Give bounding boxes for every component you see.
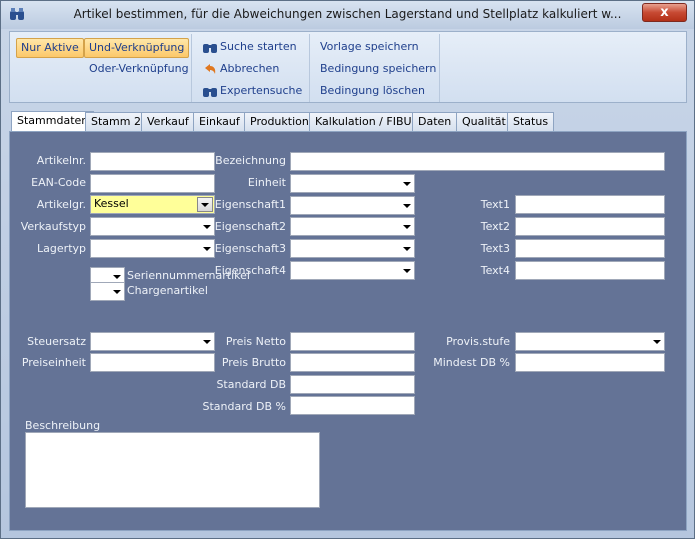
unit-label: Einheit bbox=[247, 176, 286, 189]
template-group: Vorlage speichern Bedingung speichern Be… bbox=[312, 34, 440, 102]
sales-type-select[interactable] bbox=[90, 217, 215, 236]
chevron-down-icon bbox=[403, 204, 411, 208]
description-field-label: Bezeichnung bbox=[215, 154, 286, 167]
standard-db-label: Standard DB bbox=[216, 378, 286, 391]
only-active-button[interactable]: Nur Aktive bbox=[16, 38, 84, 58]
stock-type-select[interactable] bbox=[90, 239, 215, 258]
tax-rate-select[interactable] bbox=[90, 332, 215, 351]
property2-label: Eigenschaft2 bbox=[214, 220, 286, 233]
tab-daten[interactable]: Daten bbox=[412, 112, 458, 131]
tab-einkauf[interactable]: Einkauf bbox=[193, 112, 246, 131]
text2-label: Text2 bbox=[480, 220, 510, 233]
chevron-down-icon bbox=[403, 247, 411, 251]
standard-db-pct-input[interactable] bbox=[290, 396, 415, 415]
standard-db-input[interactable] bbox=[290, 375, 415, 394]
stock-type-label: Lagertyp bbox=[37, 242, 86, 255]
standard-db-pct-label: Standard DB % bbox=[202, 400, 286, 413]
article-group-select[interactable]: Kessel bbox=[90, 195, 215, 214]
delete-condition-button[interactable]: Bedingung löschen bbox=[316, 82, 429, 102]
property4-select[interactable] bbox=[290, 261, 415, 280]
article-group-value: Kessel bbox=[94, 197, 129, 210]
tab-verkauf[interactable]: Verkauf bbox=[141, 112, 195, 131]
price-unit-input[interactable] bbox=[90, 353, 215, 372]
property3-select[interactable] bbox=[290, 239, 415, 258]
tax-rate-label: Steuersatz bbox=[27, 335, 86, 348]
undo-arrow-icon bbox=[205, 64, 216, 74]
property3-label: Eigenschaft3 bbox=[214, 242, 286, 255]
tab-produktion[interactable]: Produktion bbox=[244, 112, 315, 131]
tab-status[interactable]: Status bbox=[507, 112, 555, 131]
text1-label: Text1 bbox=[480, 198, 510, 211]
chevron-down-icon bbox=[653, 340, 661, 344]
start-search-label: Suche starten bbox=[220, 40, 297, 53]
property4-label: Eigenschaft4 bbox=[214, 264, 286, 277]
tab-stamm2[interactable]: Stamm 2 bbox=[85, 112, 147, 131]
property1-label: Eigenschaft1 bbox=[214, 198, 286, 211]
close-button[interactable]: x bbox=[642, 3, 687, 22]
tab-qualitaet[interactable]: Qualität bbox=[456, 112, 512, 131]
save-condition-button[interactable]: Bedingung speichern bbox=[316, 60, 440, 80]
chevron-down-icon bbox=[113, 275, 121, 279]
batch-article-select[interactable] bbox=[90, 282, 125, 301]
article-no-label: Artikelnr. bbox=[36, 154, 86, 167]
description-field-input[interactable] bbox=[290, 152, 665, 171]
binoculars-icon bbox=[203, 88, 217, 97]
description-label: Beschreibung bbox=[25, 419, 101, 432]
and-link-button[interactable]: Und-Verknüpfung bbox=[84, 38, 190, 58]
or-link-button[interactable]: Oder-Verknüpfung bbox=[85, 60, 193, 80]
unit-select[interactable] bbox=[290, 174, 415, 193]
search-group: Suche starten Abbrechen Expertensuche bbox=[192, 34, 310, 102]
cancel-label: Abbrechen bbox=[220, 62, 280, 75]
text4-input[interactable] bbox=[515, 261, 665, 280]
chevron-down-icon bbox=[403, 182, 411, 186]
article-group-label: Artikelgr. bbox=[36, 198, 86, 211]
price-net-input[interactable] bbox=[290, 332, 415, 351]
text1-input[interactable] bbox=[515, 195, 665, 214]
expert-search-button[interactable]: Expertensuche bbox=[198, 82, 306, 102]
text3-label: Text3 bbox=[480, 242, 510, 255]
binoculars-icon bbox=[203, 44, 217, 53]
chevron-down-icon bbox=[403, 269, 411, 273]
price-gross-input[interactable] bbox=[290, 353, 415, 372]
min-db-pct-label: Mindest DB % bbox=[433, 356, 510, 369]
save-template-button[interactable]: Vorlage speichern bbox=[316, 38, 423, 58]
tab-stammdaten[interactable]: Stammdaten bbox=[11, 111, 95, 132]
property2-select[interactable] bbox=[290, 217, 415, 236]
text4-label: Text4 bbox=[480, 264, 510, 277]
tab-kalkulation[interactable]: Kalkulation / FIBU bbox=[309, 112, 418, 131]
chevron-down-icon bbox=[113, 290, 121, 294]
description-textarea[interactable] bbox=[25, 432, 320, 508]
cancel-button[interactable]: Abbrechen bbox=[198, 60, 283, 80]
text2-input[interactable] bbox=[515, 217, 665, 236]
start-search-button[interactable]: Suche starten bbox=[198, 38, 301, 58]
sales-type-label: Verkaufstyp bbox=[20, 220, 86, 233]
stammdaten-panel: Artikelnr. EAN-Code Artikelgr. Kessel Ve… bbox=[9, 131, 687, 531]
ribbon-toolbar: Nur Aktive Und-Verknüpfung Oder-Verknüpf… bbox=[9, 31, 687, 103]
window-title: Artikel bestimmen, für die Abweichungen … bbox=[73, 7, 622, 21]
text3-input[interactable] bbox=[515, 239, 665, 258]
ean-code-label: EAN-Code bbox=[31, 176, 86, 189]
commission-level-select[interactable] bbox=[515, 332, 665, 351]
commission-level-label: Provis.stufe bbox=[446, 335, 510, 348]
price-gross-label: Preis Brutto bbox=[221, 356, 286, 369]
min-db-pct-input[interactable] bbox=[515, 353, 665, 372]
ean-code-input[interactable] bbox=[90, 174, 215, 193]
price-net-label: Preis Netto bbox=[225, 335, 286, 348]
filter-group: Nur Aktive Und-Verknüpfung Oder-Verknüpf… bbox=[12, 34, 192, 102]
tab-bar: Stammdaten Stamm 2 Verkauf Einkauf Produ… bbox=[9, 111, 687, 132]
dialog-window: Artikel bestimmen, für die Abweichungen … bbox=[0, 0, 695, 539]
article-no-input[interactable] bbox=[90, 152, 215, 171]
property1-select[interactable] bbox=[290, 196, 415, 215]
chevron-down-icon bbox=[403, 225, 411, 229]
price-unit-label: Preiseinheit bbox=[21, 356, 86, 369]
batch-article-label: Chargenartikel bbox=[127, 284, 208, 297]
expert-search-label: Expertensuche bbox=[220, 84, 303, 97]
title-bar: Artikel bestimmen, für die Abweichungen … bbox=[1, 1, 694, 29]
